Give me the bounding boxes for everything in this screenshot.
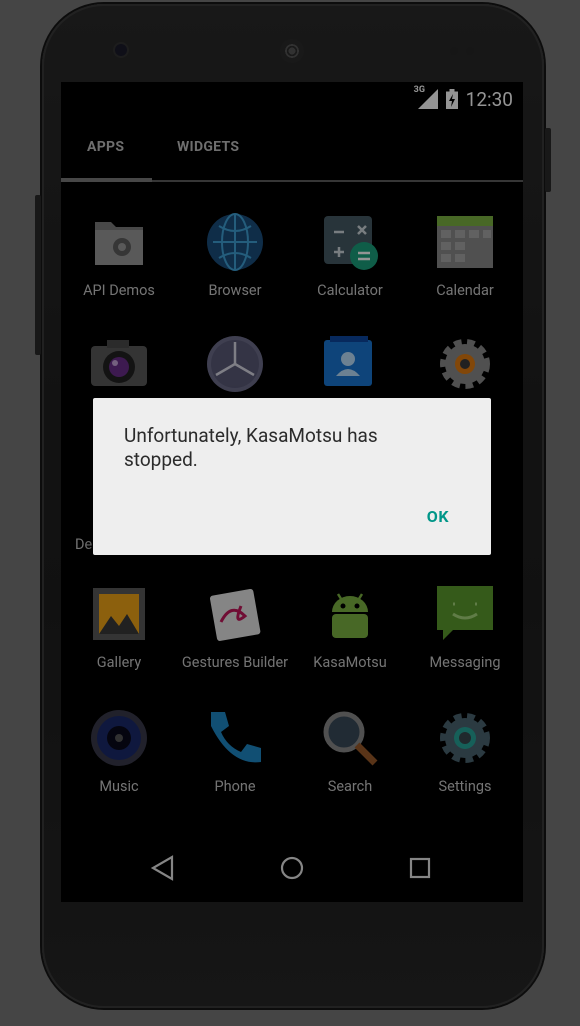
crash-dialog: Unfortunately, KasaMotsu has stopped. OK: [93, 398, 491, 555]
ok-button[interactable]: OK: [419, 503, 457, 530]
dialog-message: Unfortunately, KasaMotsu has stopped.: [124, 424, 378, 471]
